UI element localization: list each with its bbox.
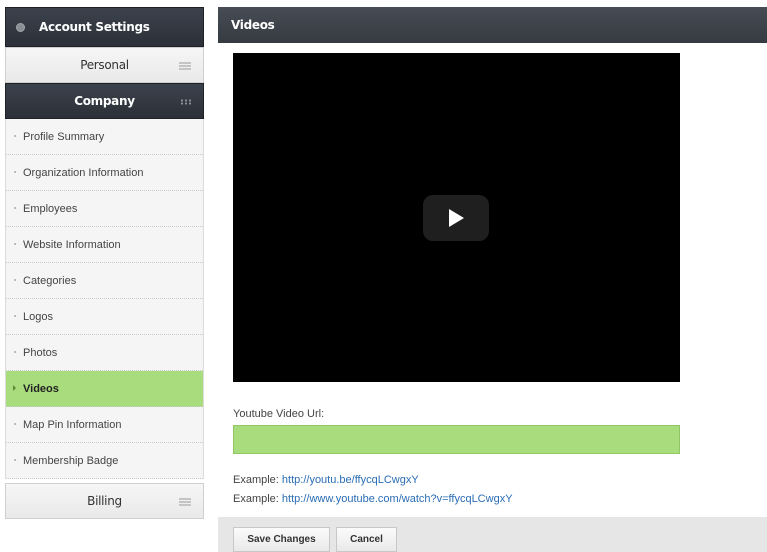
sidebar-item-label: Profile Summary bbox=[23, 130, 105, 143]
account-settings-title: Account Settings bbox=[39, 20, 150, 34]
sidebar-item-label: Photos bbox=[23, 346, 58, 359]
example-link[interactable]: http://youtu.be/ffycqLCwgxY bbox=[282, 474, 419, 486]
section-billing[interactable]: Billing bbox=[5, 483, 204, 519]
video-player[interactable] bbox=[233, 53, 680, 382]
menu-icon bbox=[179, 498, 191, 506]
page-title: Videos bbox=[218, 7, 767, 43]
sidebar-item-website-information[interactable]: Website Information bbox=[6, 227, 203, 263]
section-company-label: Company bbox=[74, 94, 135, 108]
page-title-text: Videos bbox=[231, 18, 275, 32]
sidebar-item-logos[interactable]: Logos bbox=[6, 299, 203, 335]
example-link[interactable]: http://www.youtube.com/watch?v=ffycqLCwg… bbox=[282, 493, 513, 505]
example-prefix: Example: bbox=[233, 474, 282, 486]
sidebar-item-videos[interactable]: Videos bbox=[6, 371, 203, 407]
section-company[interactable]: Company bbox=[5, 83, 204, 119]
save-changes-button[interactable]: Save Changes bbox=[233, 527, 330, 552]
sidebar-item-label: Map Pin Information bbox=[23, 418, 122, 431]
section-personal[interactable]: Personal bbox=[5, 47, 204, 83]
sidebar-item-categories[interactable]: Categories bbox=[6, 263, 203, 299]
company-submenu: Profile Summary Organization Information… bbox=[5, 119, 204, 479]
sidebar-item-membership-badge[interactable]: Membership Badge bbox=[6, 443, 203, 479]
grid-icon bbox=[180, 99, 191, 105]
example-line: Example: http://youtu.be/ffycqLCwgxY bbox=[233, 474, 419, 486]
sidebar-item-photos[interactable]: Photos bbox=[6, 335, 203, 371]
sidebar-item-label: Membership Badge bbox=[23, 454, 119, 467]
sidebar-item-employees[interactable]: Employees bbox=[6, 191, 203, 227]
sidebar-item-label: Organization Information bbox=[23, 166, 144, 179]
settings-icon bbox=[16, 22, 25, 32]
sidebar-item-label: Website Information bbox=[23, 238, 121, 251]
account-settings-header: Account Settings bbox=[5, 7, 204, 47]
menu-icon bbox=[179, 62, 191, 70]
example-prefix: Example: bbox=[233, 493, 282, 505]
youtube-url-input[interactable] bbox=[233, 425, 680, 454]
sidebar-item-label: Logos bbox=[23, 310, 53, 323]
sidebar-item-map-pin-information[interactable]: Map Pin Information bbox=[6, 407, 203, 443]
example-line: Example: http://www.youtube.com/watch?v=… bbox=[233, 493, 513, 505]
sidebar-item-label: Categories bbox=[23, 274, 77, 287]
play-icon[interactable] bbox=[423, 195, 489, 241]
sidebar-item-label: Employees bbox=[23, 202, 78, 215]
sidebar: Account Settings Personal Company Profil… bbox=[5, 7, 204, 519]
section-billing-label: Billing bbox=[87, 494, 122, 508]
sidebar-item-label: Videos bbox=[23, 382, 59, 395]
cancel-button[interactable]: Cancel bbox=[336, 527, 397, 552]
youtube-url-label: Youtube Video Url: bbox=[233, 408, 325, 420]
sidebar-item-organization-information[interactable]: Organization Information bbox=[6, 155, 203, 191]
section-personal-label: Personal bbox=[80, 58, 129, 72]
sidebar-item-profile-summary[interactable]: Profile Summary bbox=[6, 119, 203, 155]
